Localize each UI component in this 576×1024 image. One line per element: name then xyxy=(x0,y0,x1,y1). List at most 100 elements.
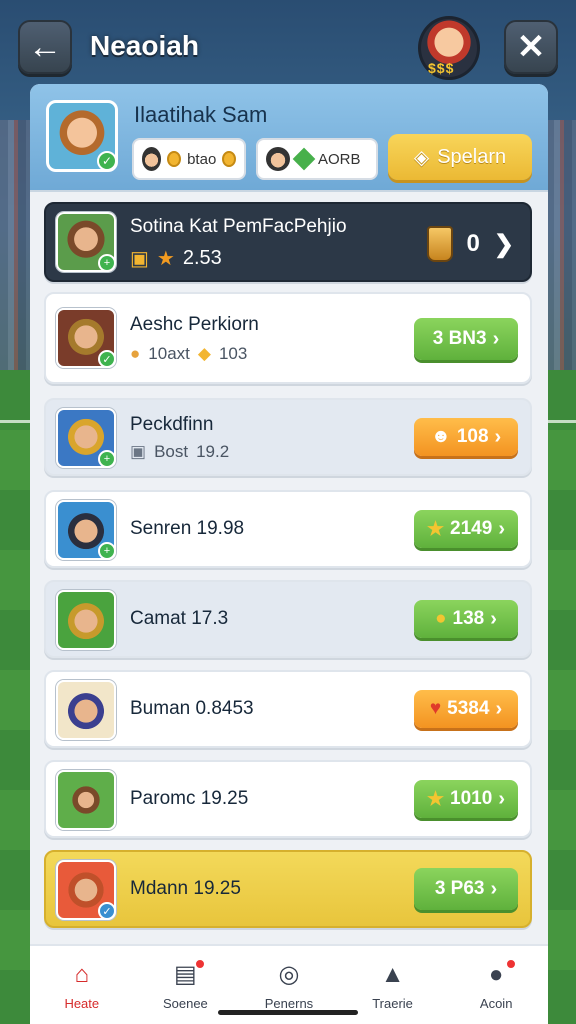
avatar xyxy=(56,680,116,740)
star-icon: ★ xyxy=(156,248,175,270)
reward-button[interactable]: ★ 1010 › xyxy=(414,780,518,818)
player-name: Camat 17.3 xyxy=(130,608,229,629)
player-score: 2.53 xyxy=(182,247,222,269)
check-icon: ✓ xyxy=(98,350,116,368)
nav-item-account[interactable]: ● Acoin xyxy=(444,946,548,1024)
bolt-icon: ◆ xyxy=(197,344,211,363)
player-name: Senren 19.98 xyxy=(130,518,245,539)
gold-pile-icon: ◈ xyxy=(413,146,430,169)
check-icon: ✓ xyxy=(97,151,117,171)
page-title: Neaoiah xyxy=(90,30,199,61)
list-item[interactable]: Camat 17.3 ● 138 › xyxy=(44,580,532,658)
card-icon: ▣ xyxy=(130,442,147,461)
player-reward[interactable]: 0 ❯ xyxy=(426,226,514,262)
stat-label: Bost xyxy=(154,442,189,461)
leaderboard-panel: ✓ Ilaatihak Sam btao AORB ◈ Spelarn + So… xyxy=(30,84,548,1024)
player-name: Aeshc Perkiorn xyxy=(130,314,259,335)
reward-button[interactable]: ● 138 › xyxy=(414,600,518,638)
back-button[interactable]: ← xyxy=(18,20,72,74)
coin-icon xyxy=(167,151,182,167)
avatar xyxy=(266,147,290,171)
close-button[interactable]: ✕ xyxy=(504,20,558,74)
coin-icon: ● xyxy=(435,608,447,629)
chevron-right-icon: › xyxy=(495,697,503,720)
chevron-right-icon: › xyxy=(492,327,500,350)
friend-chip[interactable]: AORB xyxy=(256,138,378,180)
reward-value: 3 BN3 xyxy=(432,328,487,349)
friend-chip[interactable]: btao xyxy=(132,138,246,180)
list-item[interactable]: ✓ Aeshc Perkiorn ● 10axt ◆ 103 3 BN3 › xyxy=(44,292,532,384)
profile-avatar[interactable]: ✓ xyxy=(46,100,118,172)
player-score: 19.2 xyxy=(196,442,230,461)
check-icon: ✓ xyxy=(98,902,116,920)
arrow-left-icon: ← xyxy=(28,27,62,66)
check-icon: + xyxy=(98,450,116,468)
reward-value: 2149 xyxy=(450,518,493,539)
list-item[interactable]: ✓ Mdann 19.25 3 P63 › xyxy=(44,850,532,928)
nav-label: Acoin xyxy=(479,995,513,1011)
list-item[interactable]: + Sotina Kat PemFacPehjio ▣ ★ 2.53 0 ❯ xyxy=(44,202,532,282)
chevron-right-icon: › xyxy=(498,787,505,810)
avatar: + xyxy=(56,500,116,560)
star-icon: ★ xyxy=(427,788,445,810)
list-item[interactable]: Buman 0.8453 ♥ 5384 › xyxy=(44,670,532,748)
reward-button[interactable]: ★ 2149 › xyxy=(414,510,518,548)
player-name: Sotina Kat PemFacPehjio xyxy=(130,216,347,237)
nav-item-home[interactable]: ⌂ Heate xyxy=(30,946,134,1024)
reward-button[interactable]: 3 BN3 › xyxy=(414,318,518,360)
chevron-right-icon: › xyxy=(490,877,498,900)
player-name: Mdann 19.25 xyxy=(130,878,241,899)
treasure-icon: ▣ xyxy=(130,248,149,270)
avatar: ✓ xyxy=(56,308,116,368)
chevron-right-icon: › xyxy=(498,517,505,540)
reward-value: 108 xyxy=(456,426,489,447)
spelarn-label: Spelarn xyxy=(437,145,507,168)
gem-icon xyxy=(292,147,316,171)
check-icon: + xyxy=(98,254,116,272)
chevron-right-icon: › xyxy=(490,607,497,630)
mascot-coins: $$$ xyxy=(428,60,455,76)
star-icon: ★ xyxy=(427,518,445,540)
nav-label: Soenee xyxy=(162,995,208,1011)
lantern-icon xyxy=(426,226,453,262)
avatar-mini-icon: ☻ xyxy=(430,426,451,447)
player-stats: ▣ Bost 19.2 xyxy=(130,442,229,462)
list-item[interactable]: + Senren 19.98 ★ 2149 › xyxy=(44,490,532,568)
home-indicator xyxy=(218,1010,358,1015)
check-icon: + xyxy=(98,542,116,560)
avatar: + xyxy=(56,408,116,468)
reward-value: 5384 xyxy=(447,698,490,719)
reward-button[interactable]: 3 P63 › xyxy=(414,868,518,910)
spelarn-button[interactable]: ◈ Spelarn xyxy=(388,134,532,180)
list-item[interactable]: Paromc 19.25 ★ 1010 › xyxy=(44,760,532,838)
chevron-right-icon: ❯ xyxy=(493,230,514,258)
reward-button[interactable]: ☻ 108 › xyxy=(414,418,518,456)
player-name: Peckdfinn xyxy=(130,414,214,435)
player-score: 103 xyxy=(218,344,248,363)
list-item[interactable]: + Peckdfinn ▣ Bost 19.2 ☻ 108 › xyxy=(44,398,532,476)
avatar xyxy=(56,590,116,650)
nav-label: Traerie xyxy=(372,995,413,1011)
reward-value: 1010 xyxy=(450,788,493,809)
close-icon: ✕ xyxy=(516,28,546,66)
avatar xyxy=(56,770,116,830)
chip-value: AORB xyxy=(318,150,361,168)
player-stats: ● 10axt ◆ 103 xyxy=(130,344,247,364)
player-stats: ▣ ★ 2.53 xyxy=(130,246,222,271)
nav-label: Heate xyxy=(64,995,100,1011)
profile-name: Ilaatihak Sam xyxy=(134,102,268,127)
profile-icon: ● xyxy=(481,957,518,990)
hat-icon: ▲ xyxy=(380,960,405,988)
reward-button[interactable]: ♥ 5384 › xyxy=(414,690,518,728)
avatar xyxy=(142,147,162,171)
notification-dot xyxy=(194,957,207,970)
home-icon: ⌂ xyxy=(74,960,90,988)
player-name: Buman 0.8453 xyxy=(130,698,254,719)
heart-icon: ♥ xyxy=(429,698,442,719)
notification-dot xyxy=(505,957,518,970)
bread-icon: ● xyxy=(130,344,141,363)
chevron-right-icon: › xyxy=(494,425,502,448)
reward-value: 3 P63 xyxy=(434,878,485,899)
calendar-icon: ▤ xyxy=(170,957,207,990)
reward-value: 138 xyxy=(452,608,485,629)
